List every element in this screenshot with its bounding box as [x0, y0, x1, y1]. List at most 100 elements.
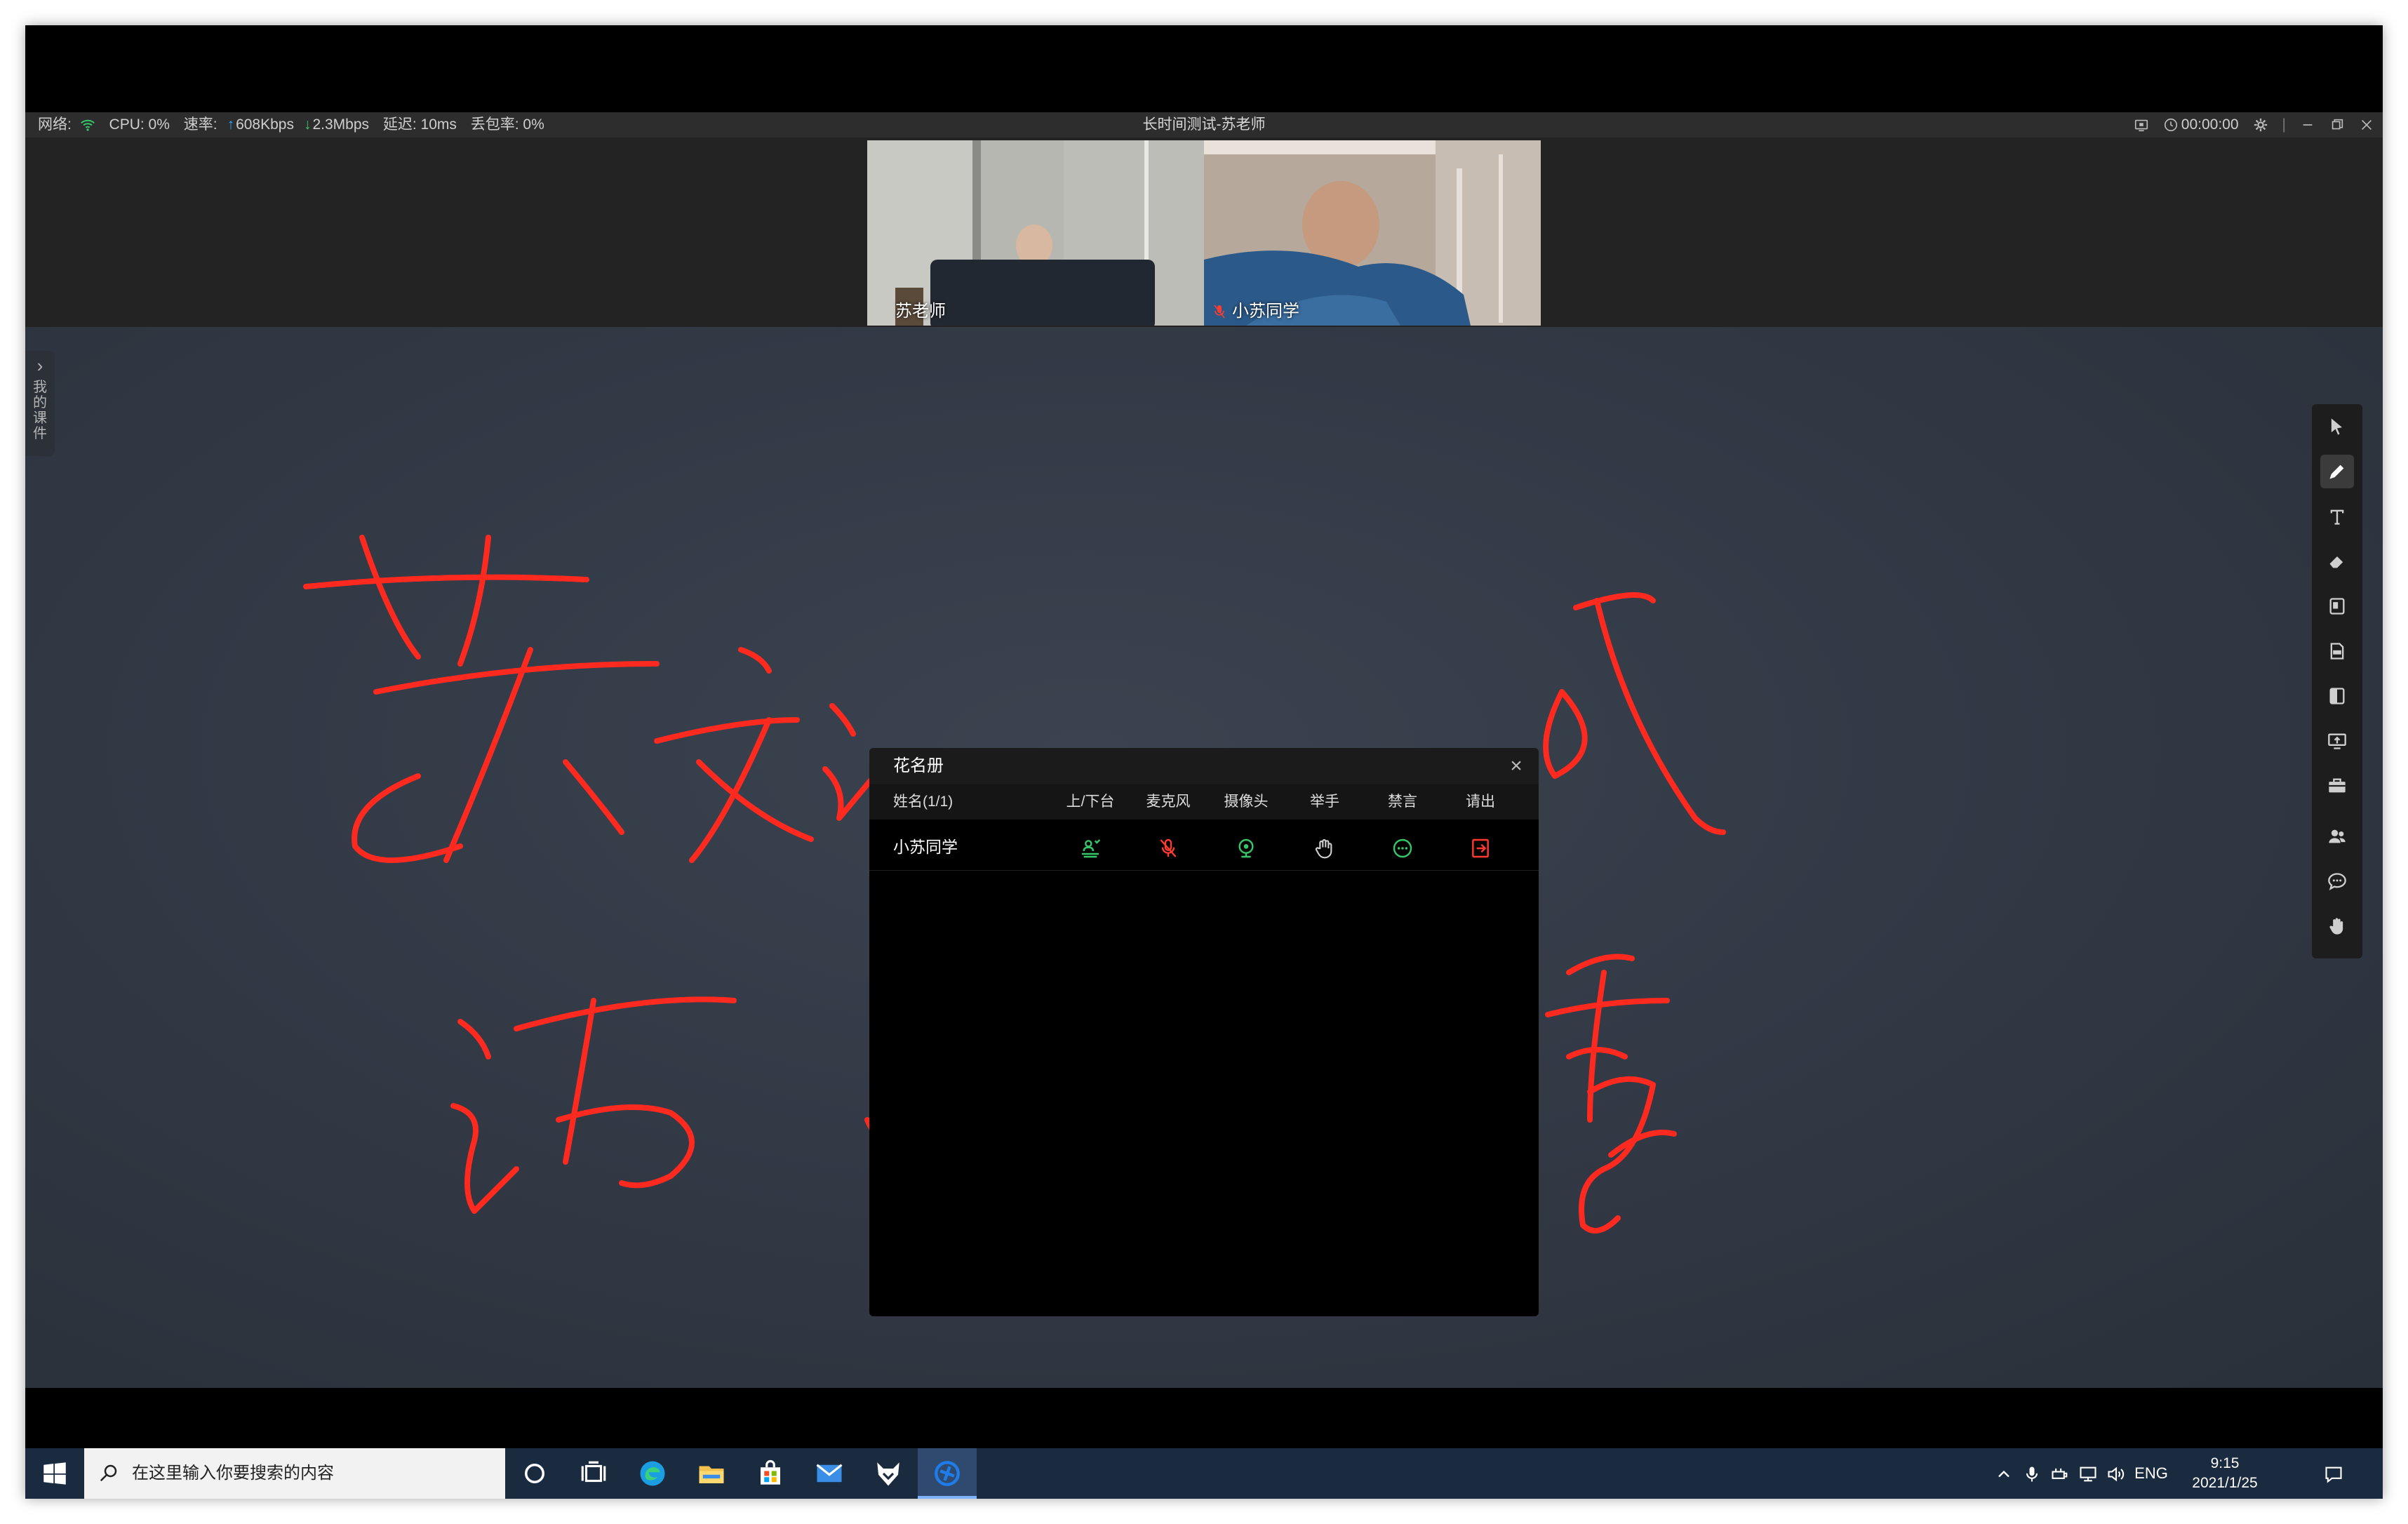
roster-title: 花名册 [893, 756, 944, 775]
clock-icon [2164, 118, 2177, 132]
folder-icon [699, 1466, 724, 1483]
share-screen-tool[interactable] [2320, 724, 2354, 758]
microphone-icon [2026, 1466, 2038, 1482]
windows-logo-icon [44, 1462, 66, 1485]
edge-button[interactable] [623, 1448, 682, 1499]
window-title: 长时间测试-苏老师 [1142, 116, 1266, 133]
taskbar-clock[interactable]: 9:15 2021/1/25 [2179, 1454, 2270, 1493]
col-mic: 麦克风 [1146, 794, 1191, 810]
fox-icon [877, 1462, 899, 1486]
windows-taskbar: 在这里输入你要搜索的内容 ENG 9:15 2021/1/25 [25, 1448, 2383, 1499]
video-strip: 苏老师 小苏同学 [25, 138, 2383, 327]
chevron-right-icon: › [36, 355, 44, 376]
chat-icon [2328, 873, 2346, 890]
word-tool[interactable] [2320, 679, 2354, 713]
fox-app-button[interactable] [859, 1448, 918, 1499]
chevron-up-icon [1998, 1471, 2009, 1478]
chat-bubble-icon [1393, 838, 1412, 858]
video-name-teacher: 苏老师 [895, 302, 946, 321]
roster-close-button[interactable]: × [1506, 756, 1526, 777]
col-camera: 摄像头 [1224, 794, 1269, 810]
whiteboard-canvas[interactable]: › 我的课件 花名册 × 姓名(1/1) 上/下台 麦克风 摄像头 举手 禁言 … [25, 327, 2383, 1388]
status-bar: 网络: CPU: 0% 速率: ↑608Kbps ↓2.3Mbps 延迟: 10ms… [25, 112, 2383, 138]
tray-volume[interactable] [2102, 1448, 2130, 1499]
video-tile-teacher[interactable]: 苏老师 [867, 140, 1204, 326]
whiteboard-toolbar [2312, 404, 2362, 958]
cortana-button[interactable] [505, 1448, 564, 1499]
class-timer: 00:00:00 [2181, 116, 2239, 133]
eraser-tool[interactable] [2320, 544, 2354, 578]
roster-tool[interactable] [2320, 820, 2354, 853]
text-icon [2330, 509, 2344, 525]
search-icon [100, 1464, 117, 1482]
col-kick: 请出 [1466, 794, 1495, 810]
stage-toggle-button[interactable] [1052, 824, 1129, 870]
courseware-panel-tab[interactable]: › 我的课件 [25, 351, 55, 456]
task-view-icon [581, 1461, 606, 1483]
gear-icon[interactable] [2253, 117, 2268, 133]
notification-icon [2325, 1466, 2342, 1483]
col-name: 姓名(1/1) [893, 794, 954, 810]
clock-time: 9:15 [2210, 1455, 2240, 1471]
file-explorer-button[interactable] [682, 1448, 741, 1499]
on-stage-icon [1082, 839, 1101, 858]
mic-toggle-button[interactable] [1130, 824, 1207, 870]
notification-button[interactable] [2313, 1448, 2355, 1499]
tray-power[interactable] [2046, 1448, 2074, 1499]
store-button[interactable] [741, 1448, 800, 1499]
table-row: 小苏同学 [869, 824, 1539, 871]
start-button[interactable] [25, 1448, 84, 1499]
raise-hand-button[interactable] [1286, 824, 1363, 870]
hand-tool[interactable] [2320, 909, 2354, 943]
exit-icon [1472, 838, 1489, 858]
desktop-screen: 网络: CPU: 0% 速率: ↑608Kbps ↓2.3Mbps 延迟: 10ms… [25, 25, 2383, 1499]
tray-network[interactable] [2074, 1448, 2102, 1499]
pdf-icon [2330, 643, 2344, 660]
mute-chat-button[interactable] [1364, 824, 1441, 870]
screen-record-icon[interactable] [2134, 117, 2149, 133]
clock-date: 2021/1/25 [2192, 1475, 2258, 1491]
toolbox-tool[interactable] [2320, 769, 2354, 803]
search-placeholder: 在这里输入你要搜索的内容 [132, 1464, 334, 1483]
video-tile-student[interactable]: 小苏同学 [1204, 140, 1541, 326]
edge-browser-icon [640, 1461, 665, 1486]
cursor-icon [2331, 418, 2342, 435]
classroom-app-button[interactable] [918, 1448, 977, 1499]
speaker-icon [2108, 1466, 2125, 1482]
taskbar-search[interactable]: 在这里输入你要搜索的内容 [84, 1448, 505, 1499]
input-language[interactable]: ENG [2130, 1448, 2172, 1499]
maximize-icon[interactable] [2329, 117, 2345, 133]
camera-toggle-button[interactable] [1208, 824, 1285, 870]
eraser-icon [2329, 556, 2343, 568]
roster-dialog: 花名册 × 姓名(1/1) 上/下台 麦克风 摄像头 举手 禁言 请出 小苏同学 [869, 748, 1539, 1316]
toolbox-icon [2329, 778, 2346, 793]
chat-tool[interactable] [2320, 864, 2354, 898]
mic-off-icon [1160, 838, 1177, 857]
ppt-icon [2329, 598, 2345, 615]
task-view-button[interactable] [564, 1448, 623, 1499]
pen-tool[interactable] [2320, 455, 2354, 488]
system-tray: ENG 9:15 2021/1/25 [1990, 1448, 2383, 1499]
cortana-icon [525, 1464, 544, 1483]
pdf-tool[interactable] [2320, 634, 2354, 668]
minimize-icon[interactable] [2300, 117, 2315, 133]
classroom-app-window: 网络: CPU: 0% 速率: ↑608Kbps ↓2.3Mbps 延迟: 10ms… [25, 112, 2383, 1388]
window-controls: 00:00:00 | [2134, 112, 2374, 138]
tray-overflow-button[interactable] [1990, 1448, 2018, 1499]
kick-out-button[interactable] [1442, 824, 1519, 870]
student-name: 小苏同学 [893, 838, 958, 856]
mail-button[interactable] [800, 1448, 859, 1499]
roster-titlebar[interactable]: 花名册 × [869, 748, 1539, 784]
cursor-tool[interactable] [2320, 410, 2354, 443]
close-icon[interactable] [2359, 117, 2374, 133]
mail-icon [816, 1464, 843, 1483]
classroom-app-icon [935, 1461, 960, 1486]
text-tool[interactable] [2320, 500, 2354, 533]
courseware-label: 我的课件 [33, 380, 47, 441]
video-name-student: 小苏同学 [1232, 302, 1299, 321]
ppt-tool[interactable] [2320, 589, 2354, 623]
network-icon [2080, 1466, 2096, 1482]
share-screen-icon [2328, 733, 2346, 749]
store-icon [761, 1460, 780, 1485]
tray-mic[interactable] [2018, 1448, 2046, 1499]
